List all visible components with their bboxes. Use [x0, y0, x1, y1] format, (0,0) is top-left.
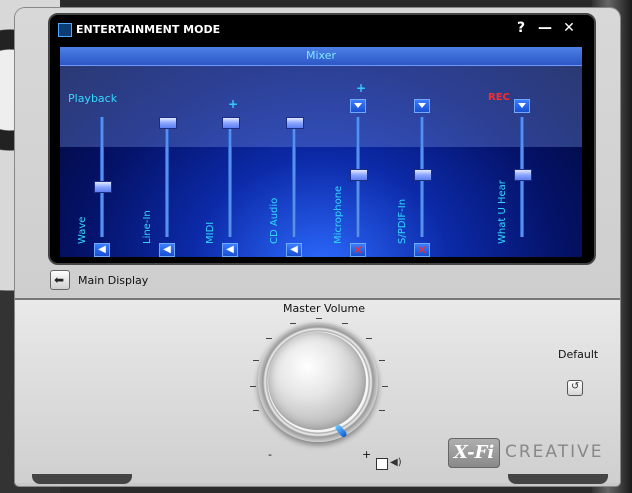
mixer-header: Mixer: [60, 47, 582, 66]
knob-tick: [342, 323, 348, 324]
mixer-area: Mixer Playback REC + + Wave ◀ Line-In ◀ …: [60, 47, 582, 257]
knob-tick: [366, 338, 372, 339]
help-button[interactable]: ?: [512, 19, 530, 37]
midi-mute-button[interactable]: ◀: [222, 243, 238, 257]
speaker-icon: ◀): [390, 457, 402, 468]
base-foot-right: [508, 474, 608, 484]
line-in-slider-thumb[interactable]: [159, 117, 177, 129]
knob-tick: [250, 386, 256, 387]
knob-tick: [266, 338, 272, 339]
speaker-icon: ◀: [226, 244, 234, 255]
microphone-dropdown[interactable]: [350, 99, 366, 113]
master-mute-checkbox[interactable]: [376, 458, 388, 470]
back-button[interactable]: ⬅: [50, 270, 70, 290]
cd-audio-slider-thumb[interactable]: [286, 117, 304, 129]
cd-audio-mute-button[interactable]: ◀: [286, 243, 302, 257]
mute-icon: ✕: [352, 243, 364, 257]
speaker-icon: ◀: [290, 244, 298, 255]
channel-track: [165, 117, 169, 237]
channel-track: [292, 117, 296, 237]
wave-slider-thumb[interactable]: [94, 181, 112, 193]
what-u-hear-label: What U Hear: [497, 180, 508, 244]
window-title: ENTERTAINMENT MODE: [76, 23, 221, 36]
master-volume-knob[interactable]: [268, 332, 366, 430]
microphone-label: Microphone: [333, 185, 344, 244]
microphone-slider-thumb[interactable]: [350, 169, 368, 181]
playback-label: Playback: [68, 92, 118, 105]
mixer-panel: ENTERTAINMENT MODE ? — ✕ Mixer Playback …: [48, 13, 596, 265]
wave-mute-button[interactable]: ◀: [94, 243, 110, 257]
channel-track: [228, 117, 232, 237]
midi-plus-mark: +: [228, 97, 239, 111]
default-label: Default: [558, 348, 599, 361]
arrow-left-icon: ⬅: [54, 273, 65, 287]
microphone-plus-mark: +: [356, 81, 367, 95]
knob-tick: [379, 360, 385, 361]
microphone-mute-button[interactable]: ✕: [350, 243, 366, 257]
line-in-label: Line-In: [142, 210, 153, 244]
spdif-in-mute-button[interactable]: ✕: [414, 243, 430, 257]
mute-icon: ✕: [416, 243, 428, 257]
spdif-in-slider-thumb[interactable]: [414, 169, 432, 181]
rec-label: REC: [488, 92, 510, 103]
cd-audio-label: CD Audio: [269, 197, 280, 244]
mixer-glass: [60, 65, 582, 147]
master-volume-label: Master Volume: [283, 302, 365, 315]
app-icon: [58, 23, 72, 37]
main-display-label: Main Display: [78, 273, 149, 287]
base-foot-left: [32, 474, 132, 484]
knob-tick: [253, 410, 259, 411]
channel-track: [100, 117, 104, 237]
spdif-in-label: S/PDIF-In: [397, 198, 408, 244]
chevron-down-icon: [354, 103, 362, 108]
line-in-mute-button[interactable]: ◀: [159, 243, 175, 257]
what-u-hear-dropdown[interactable]: [514, 99, 530, 113]
minimize-button[interactable]: —: [536, 19, 554, 37]
chevron-down-icon: [418, 103, 426, 108]
speaker-icon: ◀: [98, 244, 106, 255]
what-u-hear-slider-thumb[interactable]: [514, 169, 532, 181]
volume-min-label: -: [268, 448, 272, 461]
title-bar: ENTERTAINMENT MODE ? — ✕: [50, 15, 594, 45]
midi-slider-thumb[interactable]: [222, 117, 240, 129]
volume-max-label: +: [362, 448, 372, 461]
default-button[interactable]: ↺: [567, 380, 583, 396]
knob-tick: [382, 386, 388, 387]
chevron-down-icon: [518, 103, 526, 108]
reset-icon: ↺: [571, 381, 580, 392]
creative-logo: CREATIVE: [505, 442, 604, 462]
spdif-in-dropdown[interactable]: [414, 99, 430, 113]
wave-label: Wave: [77, 216, 88, 244]
main-display-nav[interactable]: ⬅ Main Display: [50, 268, 148, 292]
close-button[interactable]: ✕: [560, 19, 578, 37]
knob-tick: [253, 360, 259, 361]
xfi-logo: X-Fi: [448, 438, 500, 468]
knob-tick: [316, 318, 322, 319]
knob-tick: [290, 323, 296, 324]
knob-tick: [379, 410, 385, 411]
midi-label: MIDI: [205, 221, 216, 244]
speaker-icon: ◀: [163, 244, 171, 255]
